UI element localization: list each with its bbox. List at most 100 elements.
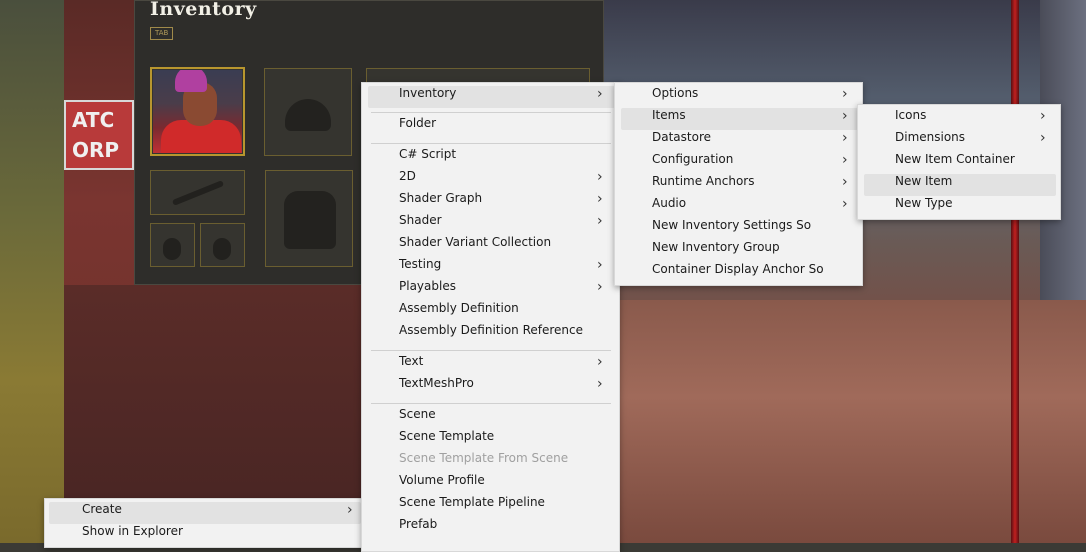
sign-line-2: ORP [72,138,120,162]
menu-item-label: Shader [399,213,442,227]
project-context-menu: Create › Show in Explorer [44,498,364,548]
menu-item-label: C# Script [399,147,457,161]
menu-item-new-inventory-group[interactable]: New Inventory Group [621,240,858,262]
menu-item-label: Show in Explorer [82,524,183,538]
menu-item-textmeshpro[interactable]: TextMeshPro › [368,376,615,398]
menu-item-scene[interactable]: Scene [368,407,615,429]
character-hair [175,70,207,92]
menu-item-label: Prefab [399,517,438,531]
menu-item-csharp-script[interactable]: C# Script [368,147,615,169]
grenade-icon [163,238,181,260]
menu-item-assembly-definition-reference[interactable]: Assembly Definition Reference [368,323,615,345]
chevron-right-icon: › [842,152,848,168]
chevron-right-icon: › [597,213,603,229]
menu-separator [371,143,611,144]
menu-item-label: Dimensions [895,130,966,144]
menu-separator [371,350,611,351]
red-pole [1011,0,1019,543]
menu-item-playables[interactable]: Playables › [368,279,615,301]
menu-item-icons[interactable]: Icons › [864,108,1056,130]
grenade-slot-2[interactable] [200,223,245,267]
tab-key-hint: TAB [150,27,174,40]
helmet-icon [285,99,331,131]
menu-item-container-display-anchor-so[interactable]: Container Display Anchor So [621,262,858,284]
inventory-submenu: Options › Items › Datastore › Configurat… [614,82,863,286]
menu-item-scene-template-from-scene: Scene Template From Scene [368,451,615,473]
menu-item-label: Volume Profile [399,473,485,487]
menu-item-prefab[interactable]: Prefab [368,517,615,539]
menu-item-scene-template-pipeline[interactable]: Scene Template Pipeline [368,495,615,517]
chevron-right-icon: › [1040,130,1046,146]
menu-item-items[interactable]: Items › [621,108,858,130]
menu-separator [371,112,611,113]
menu-item-label: Folder [399,116,437,130]
menu-item-folder[interactable]: Folder [368,116,615,138]
menu-item-shader-graph[interactable]: Shader Graph › [368,191,615,213]
inventory-title: Inventory [150,0,257,20]
chevron-right-icon: › [842,174,848,190]
items-submenu: Icons › Dimensions › New Item Container … [857,104,1061,220]
chevron-right-icon: › [1040,108,1046,124]
chevron-right-icon: › [347,502,353,518]
menu-item-2d[interactable]: 2D › [368,169,615,191]
chevron-right-icon: › [597,376,603,392]
menu-item-options[interactable]: Options › [621,86,858,108]
sky-background [0,0,64,543]
menu-item-volume-profile[interactable]: Volume Profile [368,473,615,495]
chevron-right-icon: › [842,86,848,102]
chevron-right-icon: › [597,86,603,102]
menu-item-scene-template[interactable]: Scene Template [368,429,615,451]
menu-item-label: 2D [399,169,416,183]
menu-item-label: Container Display Anchor So [652,262,824,276]
backpack-icon [284,191,336,249]
backpack-slot[interactable] [265,170,353,267]
helmet-slot[interactable] [264,68,352,156]
chevron-right-icon: › [597,169,603,185]
menu-item-runtime-anchors[interactable]: Runtime Anchors › [621,174,858,196]
menu-item-configuration[interactable]: Configuration › [621,152,858,174]
menu-item-label: Text [399,354,424,368]
menu-item-label: Testing [399,257,442,271]
menu-item-assembly-definition[interactable]: Assembly Definition [368,301,615,323]
grenade-icon [213,238,231,260]
menu-item-create[interactable]: Create › [49,502,361,524]
lower-wall [64,285,364,500]
menu-item-label: Inventory [399,86,457,100]
knife-icon [171,180,225,206]
menu-item-label: Scene Template Pipeline [399,495,545,509]
menu-item-label: New Item Container [895,152,1015,166]
menu-item-dimensions[interactable]: Dimensions › [864,130,1056,152]
menu-item-label: Scene Template From Scene [399,451,569,465]
menu-item-inventory[interactable]: Inventory › [368,86,615,108]
grenade-slot-1[interactable] [150,223,195,267]
menu-item-audio[interactable]: Audio › [621,196,858,218]
menu-item-shader[interactable]: Shader › [368,213,615,235]
menu-item-datastore[interactable]: Datastore › [621,130,858,152]
menu-item-label: Configuration [652,152,734,166]
menu-item-shader-variant-collection[interactable]: Shader Variant Collection [368,235,615,257]
character-portrait [153,70,242,153]
sign-line-1: ATC [72,108,115,132]
menu-item-label: Playables [399,279,456,293]
menu-item-new-item[interactable]: New Item [864,174,1056,196]
menu-item-new-inventory-settings-so[interactable]: New Inventory Settings So [621,218,858,240]
chevron-right-icon: › [597,257,603,273]
menu-item-new-type[interactable]: New Type [864,196,1056,218]
menu-item-label: Audio [652,196,687,210]
chevron-right-icon: › [597,354,603,370]
menu-item-label: New Item [895,174,953,188]
create-submenu: Inventory › Folder C# Script 2D › Shader… [361,82,620,552]
menu-item-label: Scene [399,407,436,421]
menu-item-label: New Type [895,196,953,210]
menu-item-testing[interactable]: Testing › [368,257,615,279]
menu-item-label: Shader Graph [399,191,483,205]
menu-item-text[interactable]: Text › [368,354,615,376]
menu-item-new-item-container[interactable]: New Item Container [864,152,1056,174]
weapon-slot[interactable] [150,170,245,215]
chevron-right-icon: › [842,108,848,124]
menu-item-label: Items [652,108,686,122]
chevron-right-icon: › [597,279,603,295]
chevron-right-icon: › [842,196,848,212]
character-portrait-slot[interactable] [150,67,245,156]
menu-item-label: Create [82,502,122,516]
